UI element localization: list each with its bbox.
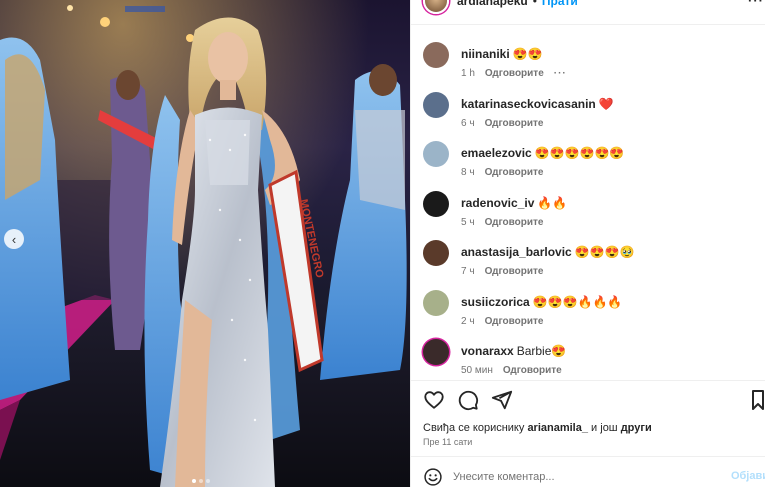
likes-others-link[interactable]: други [621,422,652,434]
commenter-avatar[interactable] [423,290,449,316]
reply-button[interactable]: Одговорите [485,316,544,327]
commenter-username[interactable]: vonaraxx [461,344,514,358]
commenter-username[interactable]: anastasija_barlovic [461,245,572,259]
carousel-dots [192,479,210,483]
carousel-prev-button[interactable]: ‹ [4,229,24,249]
commenter-username[interactable]: niinaniki [461,47,510,61]
commenter-username[interactable]: radenovic_iv [461,196,534,210]
likes-middle: и још [591,422,618,434]
comment-options-icon[interactable]: ··· [554,68,567,79]
reply-button[interactable]: Одговорите [485,118,544,129]
comment-time: 1 h [461,68,475,79]
author-avatar[interactable] [423,0,449,14]
comment-time: 8 ч [461,167,475,178]
add-comment-divider [411,456,765,457]
post-timestamp[interactable]: Пре 11 сати [423,437,472,447]
photo-scene: MONTENEGRO [0,0,410,487]
comment-time: 5 ч [461,217,475,228]
comment-time: 50 мин [461,365,493,376]
chevron-left-icon: ‹ [11,231,17,247]
comment-text: ❤️ [598,97,614,111]
share-icon[interactable] [491,389,513,411]
comment-time: 2 ч [461,316,475,327]
comment-item: niinaniki 😍😍 1 h Одговорите ··· [423,42,763,86]
commenter-avatar[interactable] [423,240,449,266]
comment-text: 🔥🔥 [537,196,568,210]
comment-item: vonaraxx Barbie😍 50 мин Одговорите [423,339,763,383]
reply-button[interactable]: Одговорите [503,365,562,376]
comment-time: 7 ч [461,266,475,277]
publish-button[interactable]: Објави [731,470,765,482]
reply-button[interactable]: Одговорите [485,266,544,277]
commenter-avatar[interactable] [423,141,449,167]
commenter-avatar[interactable] [423,42,449,68]
add-comment-row: Објави [423,466,765,487]
comments-panel: ardianapeku • Прати ··· niinaniki 😍😍 1 h О… [410,0,765,487]
commenter-avatar[interactable] [423,339,449,365]
reply-button[interactable]: Одговорите [485,217,544,228]
commenter-avatar[interactable] [423,92,449,118]
heart-icon[interactable] [423,389,445,411]
likes-summary: Свиђа се кориснику arianamila_ и још дру… [423,422,652,434]
commenter-username[interactable]: susiiczorica [461,295,530,309]
actions-divider [411,380,765,381]
separator-dot: • [532,0,537,8]
comment-item: emaelezovic 😍😍😍😍😍😍 8 ч Одговорите [423,141,763,185]
post-header: ardianapeku • Прати ··· [411,0,765,14]
comment-input[interactable] [453,471,723,483]
carousel-dot [192,479,196,483]
post-photo[interactable]: MONTENEGRO ‹ [0,0,410,487]
emoji-icon[interactable] [423,467,443,487]
comment-item: radenovic_iv 🔥🔥 5 ч Одговорите [423,191,763,235]
commenter-avatar[interactable] [423,191,449,217]
comment-icon[interactable] [457,389,479,411]
follow-button[interactable]: Прати [542,0,578,8]
author-username[interactable]: ardianapeku [457,0,528,8]
bookmark-icon[interactable] [751,389,765,411]
comment-item: susiiczorica 😍😍😍🔥🔥🔥 2 ч Одговорите [423,290,763,334]
commenter-username[interactable]: katarinaseckovicasanin [461,97,596,111]
comment-item: anastasija_barlovic 😍😍😍🥹 7 ч Одговорите [423,240,763,284]
comment-text: 😍😍😍😍😍😍 [534,146,625,160]
action-bar [423,389,513,413]
carousel-dot [199,479,203,483]
comment-item: katarinaseckovicasanin ❤️ 6 ч Одговорите [423,92,763,136]
likes-user-link[interactable]: arianamila_ [527,422,588,434]
reply-button[interactable]: Одговорите [485,68,544,79]
comment-text: Barbie😍 [516,344,567,358]
comment-text: 😍😍😍🥹 [574,245,635,259]
comment-text: 😍😍 [512,47,543,61]
comment-text: 😍😍😍🔥🔥🔥 [532,295,623,309]
commenter-username[interactable]: emaelezovic [461,146,532,160]
comment-time: 6 ч [461,118,475,129]
carousel-dot [206,479,210,483]
header-divider [411,24,765,25]
reply-button[interactable]: Одговорите [485,167,544,178]
likes-prefix: Свиђа се кориснику [423,422,525,434]
post-options-icon[interactable]: ··· [748,0,764,8]
